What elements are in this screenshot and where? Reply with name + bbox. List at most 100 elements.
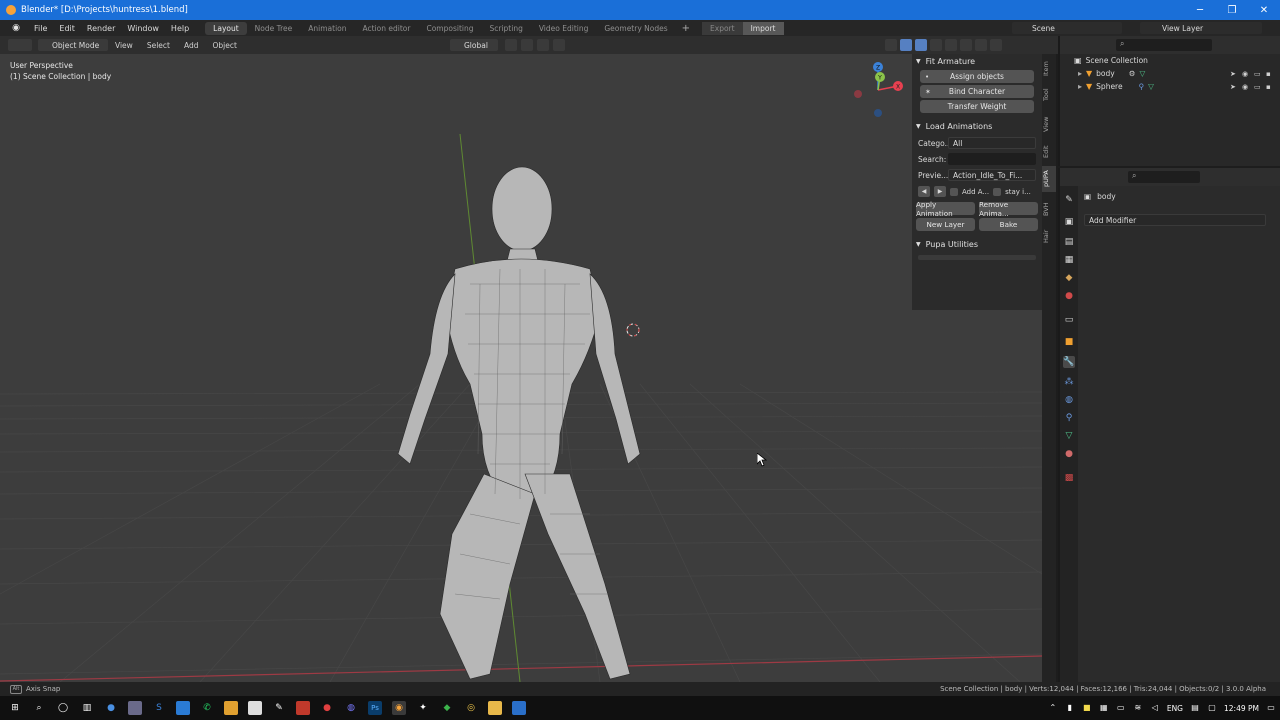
world-icon[interactable]: ● [1063, 290, 1075, 302]
viewport-menu-add[interactable]: Add [177, 41, 206, 50]
whatsapp-icon[interactable]: ✆ [200, 701, 214, 715]
tab-video-editing[interactable]: Video Editing [531, 22, 597, 35]
constraints-icon[interactable]: ⚲ [1063, 412, 1075, 424]
tab-animation[interactable]: Animation [300, 22, 354, 35]
close-button[interactable]: ✕ [1248, 0, 1280, 20]
clock[interactable]: 12:49 PM [1224, 704, 1259, 713]
outliner-search-input[interactable]: ⌕ [1116, 39, 1212, 51]
snap-icon[interactable] [521, 39, 533, 51]
material-shading-icon[interactable] [975, 39, 987, 51]
eye-icon[interactable]: ◉ [1242, 70, 1250, 78]
language-indicator[interactable]: ENG [1167, 704, 1183, 713]
chevron-up-icon[interactable]: ⌃ [1048, 703, 1058, 713]
inkscape-icon[interactable]: ✦ [416, 701, 430, 715]
keyboard-icon[interactable]: ▤ [1190, 703, 1200, 713]
navigation-gizmo[interactable]: X Z Y [850, 62, 906, 118]
tray-icon[interactable]: ▢ [1207, 703, 1217, 713]
tab-pupa[interactable]: pUPA [1042, 166, 1056, 192]
search-icon[interactable]: ⌕ [32, 701, 46, 715]
menu-render[interactable]: Render [81, 24, 121, 33]
app-icon-green[interactable]: ◆ [440, 701, 454, 715]
viewport-menu-select[interactable]: Select [140, 41, 177, 50]
xray-icon[interactable] [930, 39, 942, 51]
menu-window[interactable]: Window [121, 24, 165, 33]
physics-icon[interactable]: ◍ [1063, 394, 1075, 406]
tab-tool[interactable]: Tool [1042, 84, 1056, 106]
volume-icon[interactable]: ◁ [1150, 703, 1160, 713]
transform-orientation-dropdown[interactable]: Global [450, 39, 498, 51]
microphone-icon[interactable]: ▮ [1065, 703, 1075, 713]
viewport-toggle-icon[interactable]: ▭ [1254, 83, 1262, 91]
tab-action-editor[interactable]: Action editor [355, 22, 419, 35]
bind-character-button[interactable]: ✶ Bind Character [920, 85, 1034, 98]
remove-animation-button[interactable]: Remove Anima... [979, 200, 1038, 218]
camera-app-icon[interactable] [128, 701, 142, 715]
viewport-menu-view[interactable]: View [108, 41, 140, 50]
viewport-menu-object[interactable]: Object [205, 41, 243, 50]
overlay-toggle-icon[interactable] [915, 39, 927, 51]
next-icon[interactable]: ▶ [934, 186, 946, 197]
properties-search-input[interactable]: ⌕ [1128, 171, 1200, 183]
chrome-icon[interactable]: ◎ [464, 701, 478, 715]
tab-node-tree[interactable]: Node Tree [247, 22, 301, 35]
stay-checkbox[interactable] [993, 187, 1002, 196]
visibility-icon[interactable] [885, 39, 897, 51]
blender-logo-icon[interactable]: ◉ [10, 22, 22, 34]
editor-type-selector[interactable] [8, 39, 32, 51]
view-layer-icon[interactable]: ▦ [1063, 254, 1075, 266]
tab-item[interactable]: Item [1042, 58, 1056, 80]
pupa-utilities-header[interactable]: ▼ Pupa Utilities [912, 237, 1042, 251]
tab-edit[interactable]: Edit [1042, 142, 1056, 162]
camera-icon[interactable]: ▪ [1266, 70, 1274, 78]
skype-icon[interactable]: S [152, 701, 166, 715]
3d-cursor[interactable] [626, 323, 640, 337]
3d-viewport[interactable]: User Perspective (1) Scene Collection | … [0, 54, 1042, 682]
collection-icon[interactable]: ▭ [1063, 314, 1075, 326]
expand-icon[interactable]: ▸ [1078, 82, 1082, 91]
app-icon-blue[interactable] [512, 701, 526, 715]
scene-selector[interactable]: Scene [1012, 22, 1122, 34]
store-icon[interactable] [176, 701, 190, 715]
acrobat-icon[interactable] [296, 701, 310, 715]
network-icon[interactable]: ▦ [1099, 703, 1109, 713]
render-icon[interactable]: ▣ [1063, 216, 1075, 228]
object-icon[interactable]: ■ [1063, 336, 1075, 348]
eye-icon[interactable]: ◉ [1242, 83, 1250, 91]
menu-help[interactable]: Help [165, 24, 195, 33]
transfer-weight-button[interactable]: Transfer Weight [920, 100, 1034, 113]
expand-icon[interactable]: ▸ [1078, 69, 1082, 78]
apply-animation-button[interactable]: Apply Animation [916, 200, 975, 218]
tab-view[interactable]: View [1042, 112, 1056, 136]
export-button[interactable]: Export [702, 21, 743, 35]
add-modifier-dropdown[interactable]: Add Modifier [1084, 214, 1266, 226]
texture-icon[interactable]: ▩ [1063, 472, 1075, 484]
data-icon[interactable]: ▽ [1063, 430, 1075, 442]
outliner-item-body[interactable]: ▸ ▼ body ⚙ ▽ ➤ ◉ ▭ ▪ [1060, 67, 1280, 80]
previous-icon[interactable]: ◀ [918, 186, 930, 197]
gizmo-toggle-icon[interactable] [900, 39, 912, 51]
animation-search-input[interactable] [948, 153, 1036, 165]
tool-icon[interactable]: ✎ [1063, 194, 1075, 206]
snap-target-icon[interactable] [537, 39, 549, 51]
proportional-edit-icon[interactable] [553, 39, 565, 51]
object-mode-dropdown[interactable]: Object Mode [38, 39, 108, 51]
blender-taskbar-icon[interactable]: ◉ [392, 701, 406, 715]
battery-icon[interactable]: ▭ [1116, 703, 1126, 713]
load-animations-header[interactable]: ▼ Load Animations [912, 119, 1042, 133]
solid-shading-icon[interactable] [960, 39, 972, 51]
fit-armature-header[interactable]: ▼ Fit Armature [912, 54, 1042, 68]
maximize-button[interactable]: ❐ [1216, 0, 1248, 20]
menu-edit[interactable]: Edit [53, 24, 81, 33]
tab-compositing[interactable]: Compositing [418, 22, 481, 35]
particles-icon[interactable]: ⁂ [1063, 376, 1075, 388]
app-icon-pen[interactable]: ✎ [272, 701, 286, 715]
notepad-icon[interactable] [248, 701, 262, 715]
output-icon[interactable]: ▤ [1063, 236, 1075, 248]
notifications-icon[interactable]: ▭ [1266, 703, 1276, 713]
view-layer-selector[interactable]: View Layer [1140, 22, 1262, 34]
rendered-shading-icon[interactable] [990, 39, 1002, 51]
pivot-icon[interactable] [505, 39, 517, 51]
outliner-scene-collection[interactable]: ▣ Scene Collection [1060, 54, 1280, 67]
bake-button[interactable]: Bake [979, 218, 1038, 231]
wireframe-shading-icon[interactable] [945, 39, 957, 51]
